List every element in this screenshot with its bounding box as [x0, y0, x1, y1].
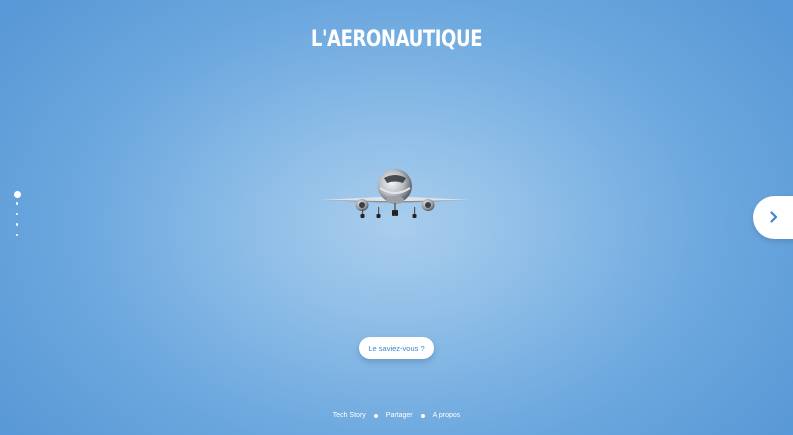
- footer-separator: [420, 413, 425, 418]
- airplane-image: [318, 164, 472, 220]
- slide-pagination: [12, 191, 22, 244]
- chevron-right-icon: [770, 211, 778, 223]
- footer-link-share[interactable]: Partager: [386, 412, 413, 419]
- slide-dot-4[interactable]: [15, 223, 19, 226]
- footer-nav: Tech Story Partager A propos: [0, 412, 793, 419]
- slide-dot-5[interactable]: [15, 233, 19, 236]
- slide-dot-2[interactable]: [15, 202, 19, 205]
- footer-link-tech-story[interactable]: Tech Story: [333, 412, 366, 419]
- footer-separator: [373, 413, 378, 418]
- page-title: L'AERONAUTIQUE: [310, 27, 483, 52]
- footer-link-about[interactable]: A propos: [433, 412, 461, 419]
- next-slide-button[interactable]: [753, 196, 793, 239]
- did-you-know-button[interactable]: Le saviez-vous ?: [359, 337, 434, 359]
- slide-dot-1[interactable]: [13, 191, 21, 198]
- slide-dot-3[interactable]: [15, 212, 19, 215]
